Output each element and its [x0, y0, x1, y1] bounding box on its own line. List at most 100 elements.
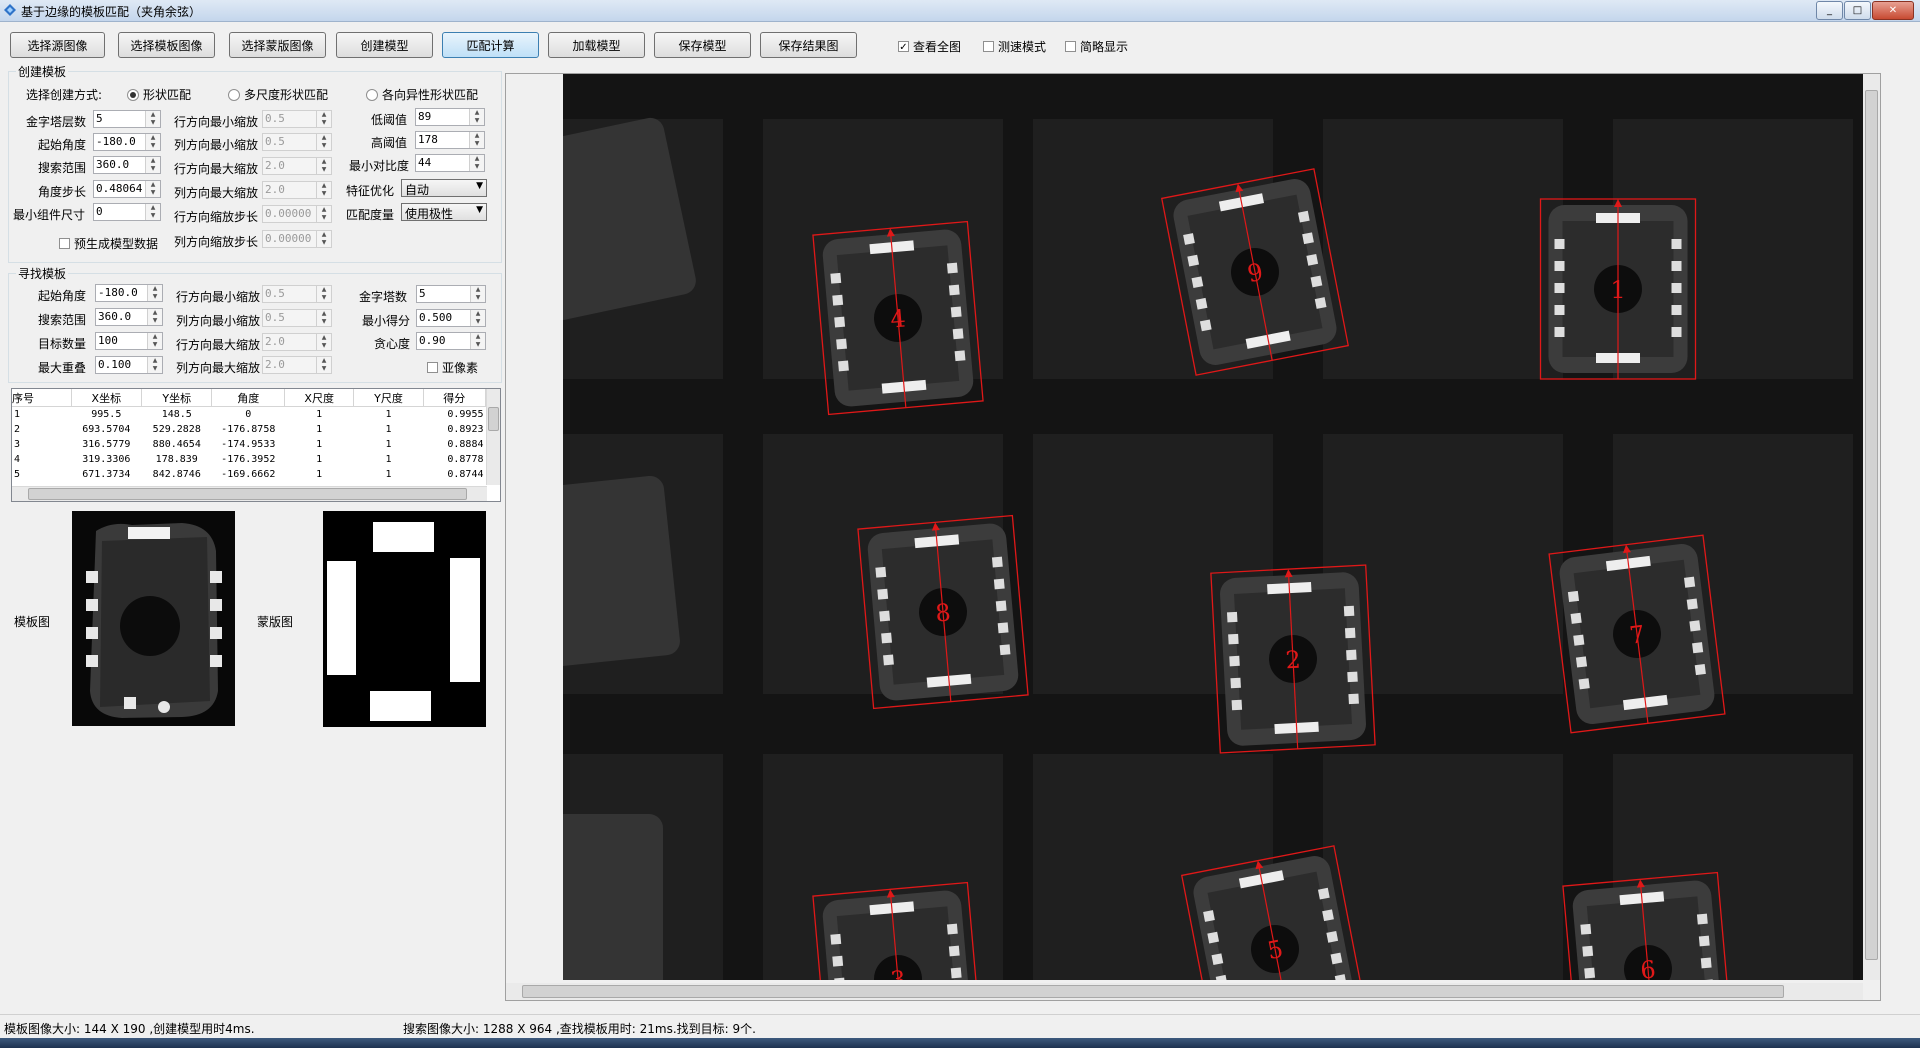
status-template-info: 模板图像大小: 144 X 190 ,创建模型用时4ms.	[4, 1022, 255, 1036]
row-min-scale-input[interactable]: 0.5 ▲ ▼	[262, 110, 332, 128]
select-source-image-button[interactable]: 选择源图像	[10, 32, 105, 58]
match-label: 8	[934, 598, 952, 627]
find-start-angle-input[interactable]: -180.0 ▲ ▼	[95, 284, 163, 302]
matched-chip[interactable]: 6	[1562, 871, 1734, 980]
col-score[interactable]: 得分	[423, 389, 487, 407]
table-row[interactable]: 4 319.3306 178.839 -176.3952 1 1 0.8778	[12, 452, 486, 467]
results-table[interactable]: 序号 X坐标 Y坐标 角度 X尺度 Y尺度 得分 1 995.5 148.5 0 1 1 0…	[11, 388, 501, 502]
window-title: 基于边缘的模板匹配（夹角余弦）	[21, 5, 202, 19]
start-angle-input[interactable]: -180.0 ▲ ▼	[93, 133, 161, 151]
col-index[interactable]: 序号	[12, 389, 72, 407]
match-label: 4	[889, 304, 907, 333]
maximize-button[interactable]: □	[1844, 1, 1871, 20]
wafer-cell	[1323, 754, 1563, 980]
matched-chip[interactable]: 2	[1210, 564, 1376, 754]
viewer-vertical-scrollbar[interactable]	[1863, 74, 1880, 980]
find-search-range-input[interactable]: 360.0 ▲ ▼	[95, 308, 163, 326]
load-model-button[interactable]: 加载模型	[548, 32, 645, 58]
col-min-scale-label: 列方向最小缩放	[174, 138, 259, 152]
results-vertical-scrollbar[interactable]	[486, 389, 500, 485]
matched-chip[interactable]: 4	[812, 220, 984, 416]
min-score-input[interactable]: 0.500 ▲ ▼	[416, 309, 486, 327]
view-full-image-checkbox[interactable]: ✓ 查看全图	[898, 38, 961, 55]
col-y[interactable]: Y坐标	[141, 389, 213, 407]
row-max-scale-input[interactable]: 2.0 ▲ ▼	[262, 157, 332, 175]
mask-image	[323, 511, 486, 727]
col-angle[interactable]: 角度	[211, 389, 286, 407]
select-template-image-button[interactable]: 选择模板图像	[118, 32, 215, 58]
find-row-max-scale-input[interactable]: 2.0 ▲ ▼	[262, 333, 332, 351]
radio-anisotropic-shape-match[interactable]: 各向异性形状匹配	[366, 86, 478, 103]
greediness-input[interactable]: 0.90 ▲ ▼	[416, 332, 486, 350]
col-max-scale-input[interactable]: 2.0 ▲ ▼	[262, 181, 332, 199]
create-template-title: 创建模板	[16, 63, 69, 80]
min-component-size-input[interactable]: 0 ▲ ▼	[93, 203, 161, 221]
search-image[interactable]: 123456789	[563, 74, 1863, 980]
col-y-scale[interactable]: Y尺度	[353, 389, 424, 407]
table-row[interactable]: 2 693.5704 529.2828 -176.8758 1 1 0.8923	[12, 422, 486, 437]
speed-test-checkbox[interactable]: 测速模式	[983, 38, 1046, 55]
high-threshold-input[interactable]: 178 ▲ ▼	[415, 131, 485, 149]
col-min-scale-input[interactable]: 0.5 ▲ ▼	[262, 133, 332, 151]
row-min-scale-label: 行方向最小缩放	[174, 115, 259, 129]
partial-chip	[563, 814, 663, 980]
matched-chip[interactable]: 8	[857, 514, 1029, 710]
search-range-input[interactable]: 360.0 ▲ ▼	[93, 156, 161, 174]
target-count-label: 目标数量	[38, 337, 87, 351]
save-result-image-button[interactable]: 保存结果图	[760, 32, 857, 58]
select-mask-image-button[interactable]: 选择蒙版图像	[229, 32, 326, 58]
find-col-max-scale-label: 列方向最大缩放	[176, 361, 261, 375]
title-bar: 基于边缘的模板匹配（夹角余弦） _ □ ✕	[0, 0, 1920, 22]
col-x[interactable]: X坐标	[71, 389, 143, 407]
radio-shape-match[interactable]: 形状匹配	[127, 86, 191, 103]
row-scale-step-input[interactable]: 0.00000 ▲ ▼	[262, 205, 332, 223]
find-row-min-scale-input[interactable]: 0.5 ▲ ▼	[262, 285, 332, 303]
col-scale-step-input[interactable]: 0.00000 ▲ ▼	[262, 230, 332, 248]
find-col-min-scale-input[interactable]: 0.5 ▲ ▼	[262, 309, 332, 327]
match-metric-select[interactable]: 使用极性 ▼	[401, 203, 487, 221]
max-overlap-input[interactable]: 0.100 ▲ ▼	[95, 356, 163, 374]
matched-chip[interactable]: 7	[1548, 534, 1726, 734]
angle-step-label: 角度步长	[38, 185, 87, 199]
taskbar	[0, 1038, 1920, 1048]
radio-multiscale-shape-match[interactable]: 多尺度形状匹配	[228, 86, 328, 103]
minimize-button[interactable]: _	[1816, 1, 1843, 20]
template-image-label: 模板图	[14, 615, 51, 629]
find-col-max-scale-input[interactable]: 2.0 ▲ ▼	[262, 356, 332, 374]
partial-chip	[563, 475, 680, 668]
template-image	[72, 511, 235, 726]
create-model-button[interactable]: 创建模型	[336, 32, 433, 58]
match-compute-button[interactable]: 匹配计算	[442, 32, 539, 58]
close-button[interactable]: ✕	[1872, 1, 1914, 20]
viewer-horizontal-scrollbar[interactable]	[506, 983, 1863, 1000]
angle-step-input[interactable]: 0.48064 ▲ ▼	[93, 180, 161, 198]
min-component-size-label: 最小组件尺寸	[13, 208, 86, 222]
max-overlap-label: 最大重叠	[38, 361, 87, 375]
min-contrast-input[interactable]: 44 ▲ ▼	[415, 154, 485, 172]
col-x-scale[interactable]: X尺度	[284, 389, 355, 407]
wafer-cell	[1323, 119, 1563, 379]
match-label: 1	[1610, 276, 1625, 304]
match-results-overlay: 123456789	[563, 117, 1853, 980]
table-row[interactable]: 1 995.5 148.5 0 1 1 0.9955	[12, 407, 486, 423]
matched-chip[interactable]: 9	[1160, 168, 1350, 376]
find-search-range-label: 搜索范围	[38, 313, 87, 327]
table-row[interactable]: 5 671.3734 842.8746 -169.6662 1 1 0.8744	[12, 467, 486, 482]
table-row[interactable]: 3 316.5779 880.4654 -174.9533 1 1 0.8884	[12, 437, 486, 452]
pyramid-levels-input[interactable]: 5 ▲ ▼	[93, 110, 161, 128]
find-pyramid-input[interactable]: 5 ▲ ▼	[416, 285, 486, 303]
greediness-label: 贪心度	[374, 337, 411, 351]
target-count-input[interactable]: 100 ▲ ▼	[95, 332, 163, 350]
pregenerate-model-checkbox[interactable]: 预生成模型数据	[59, 235, 158, 252]
min-contrast-label: 最小对比度	[349, 159, 410, 173]
save-model-button[interactable]: 保存模型	[654, 32, 751, 58]
results-horizontal-scrollbar[interactable]	[12, 486, 487, 501]
matched-chip[interactable]: 1	[1539, 198, 1697, 380]
subpixel-checkbox[interactable]: 亚像素	[427, 359, 478, 376]
row-max-scale-label: 行方向最大缩放	[174, 162, 259, 176]
low-threshold-input[interactable]: 89 ▲ ▼	[415, 108, 485, 126]
feature-optimization-select[interactable]: 自动 ▼	[401, 179, 487, 197]
brief-display-checkbox[interactable]: 简略显示	[1065, 38, 1128, 55]
status-bar: 模板图像大小: 144 X 190 ,创建模型用时4ms. 搜索图像大小: 12…	[0, 1014, 1920, 1039]
image-viewer[interactable]: 123456789	[505, 73, 1881, 1001]
